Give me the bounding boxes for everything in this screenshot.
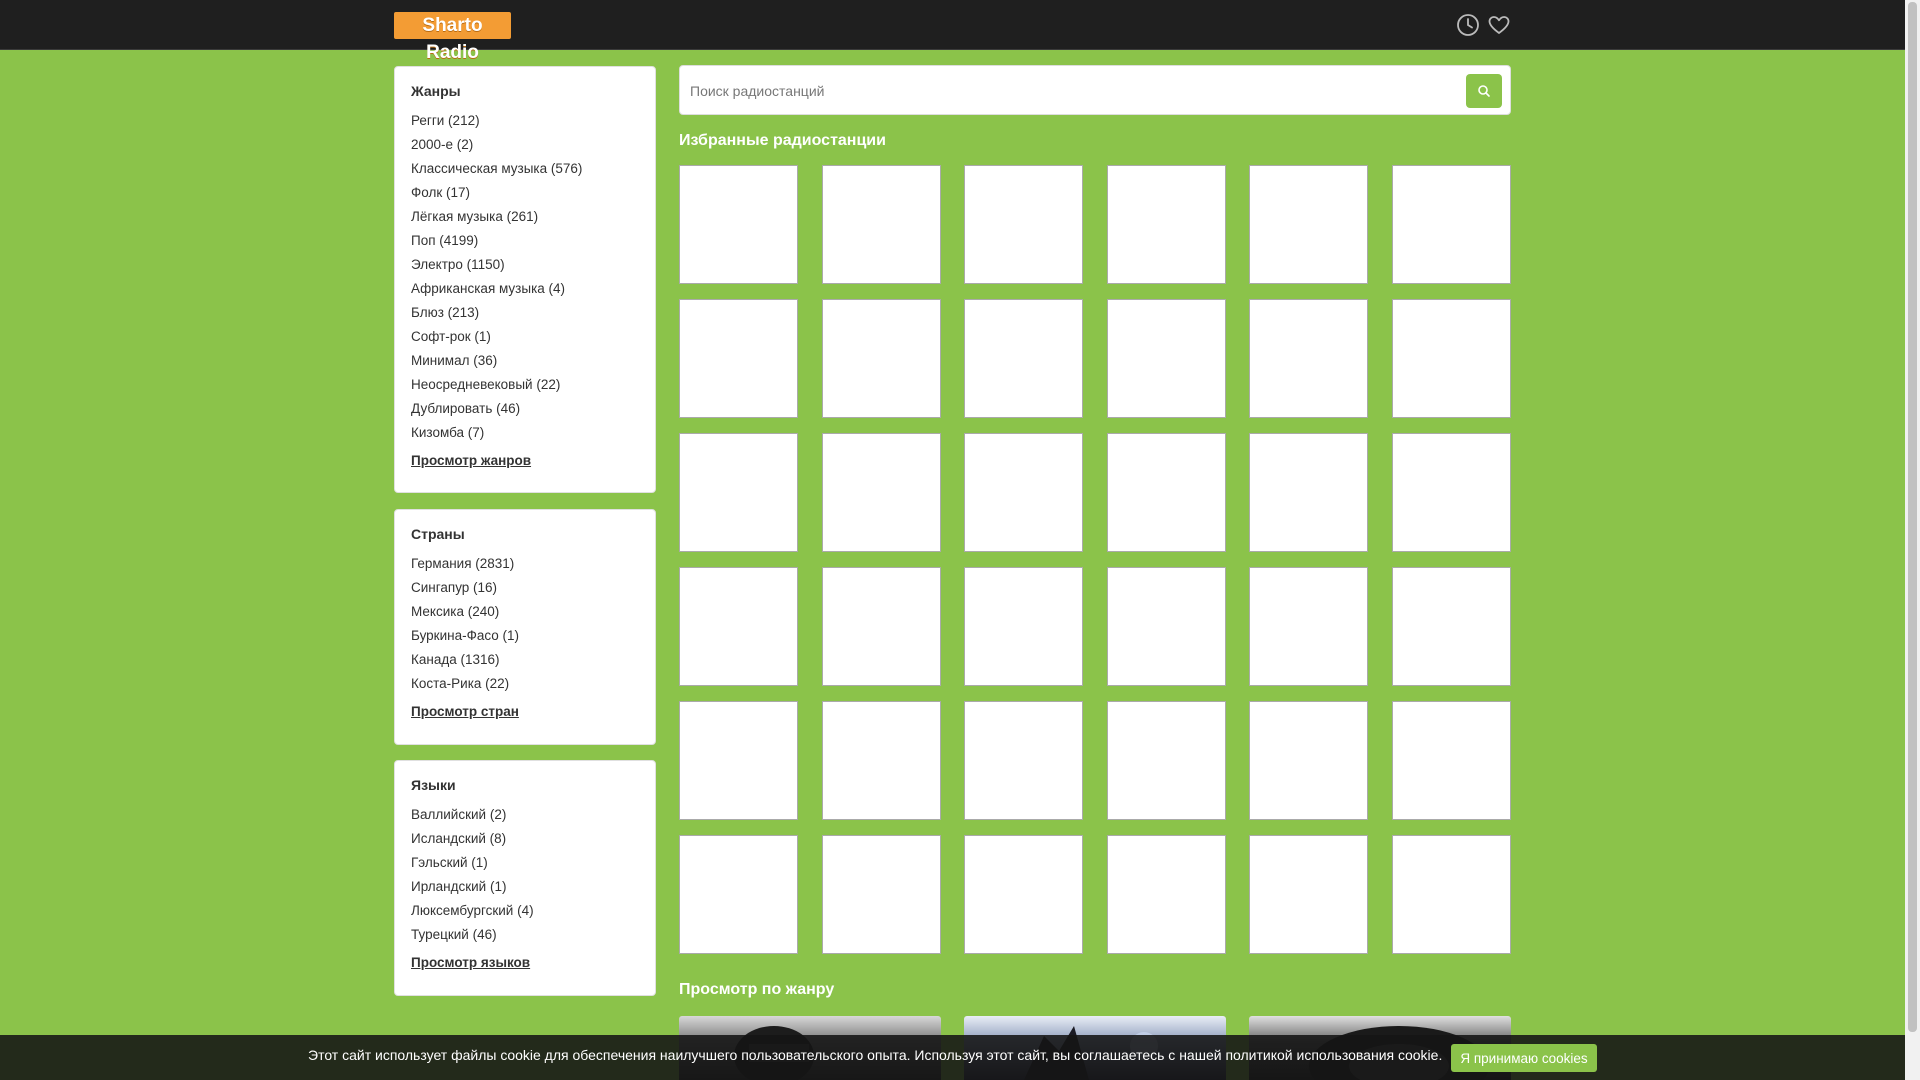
genre-link[interactable]: Софт-рок (1) — [411, 325, 639, 349]
station-tile[interactable] — [964, 835, 1084, 954]
station-tile[interactable] — [1391, 299, 1511, 418]
station-tile[interactable] — [679, 701, 798, 820]
station-tile[interactable] — [679, 299, 798, 418]
genre-link[interactable]: Лёгкая музыка (261) — [411, 205, 639, 229]
station-tile[interactable] — [1391, 701, 1511, 820]
station-tile[interactable] — [1106, 433, 1226, 552]
station-tile[interactable] — [1106, 567, 1226, 686]
languages-panel: Языки Валлийский (2) Исландский (8) Гэль… — [394, 760, 656, 996]
languages-title: Языки — [411, 777, 456, 793]
genre-link[interactable]: Блюз (213) — [411, 301, 639, 325]
genre-link[interactable]: Кизомба (7) — [411, 421, 639, 445]
station-tile[interactable] — [679, 567, 798, 686]
accept-cookies-button[interactable]: Я принимаю cookies — [1451, 1044, 1597, 1072]
station-tile[interactable] — [1391, 567, 1511, 686]
cookie-banner: Этот сайт использует файлы cookie для об… — [0, 1035, 1905, 1080]
station-tile[interactable] — [1249, 433, 1369, 552]
top-navbar: Sharto Radio — [0, 0, 1905, 63]
station-tile[interactable] — [679, 835, 798, 954]
country-link[interactable]: Канада (1316) — [411, 648, 639, 672]
genre-link[interactable]: Неосредневековый (22) — [411, 373, 639, 397]
station-tile[interactable] — [679, 433, 798, 552]
genre-link[interactable]: Регги (212) — [411, 109, 639, 133]
country-link[interactable]: Германия (2831) — [411, 552, 639, 576]
country-link[interactable]: Буркина-Фасо (1) — [411, 624, 639, 648]
countries-panel: Страны Германия (2831) Сингапур (16) Мек… — [394, 509, 656, 745]
clock-icon[interactable] — [1455, 12, 1481, 38]
station-tile[interactable] — [821, 835, 941, 954]
countries-title: Страны — [411, 526, 465, 542]
station-tile[interactable] — [821, 567, 941, 686]
genre-link[interactable]: Электро (1150) — [411, 253, 639, 277]
station-tile[interactable] — [964, 701, 1084, 820]
genres-list: Регги (212) 2000-е (2) Классическая музы… — [411, 109, 639, 445]
station-tile[interactable] — [1249, 165, 1369, 284]
station-tile[interactable] — [1391, 835, 1511, 954]
genre-link[interactable]: Фолк (17) — [411, 181, 639, 205]
search-input[interactable] — [688, 76, 1452, 106]
station-tile[interactable] — [1391, 165, 1511, 284]
browse-genres-link[interactable]: Просмотр жанров — [411, 449, 639, 473]
station-tile[interactable] — [964, 299, 1084, 418]
genre-link[interactable]: Классическая музыка (576) — [411, 157, 639, 181]
browse-languages-link[interactable]: Просмотр языков — [411, 951, 639, 975]
featured-stations-grid — [679, 165, 1511, 954]
station-tile[interactable] — [964, 165, 1084, 284]
station-tile[interactable] — [964, 433, 1084, 552]
search-bar — [679, 65, 1511, 115]
station-tile[interactable] — [1391, 433, 1511, 552]
station-tile[interactable] — [821, 433, 941, 552]
heart-icon[interactable] — [1486, 12, 1512, 38]
country-link[interactable]: Сингапур (16) — [411, 576, 639, 600]
browse-countries-link[interactable]: Просмотр стран — [411, 700, 639, 724]
browse-genre-title: Просмотр по жанру — [679, 981, 835, 998]
scrollbar-thumb[interactable] — [1908, 2, 1917, 1032]
genres-title: Жанры — [411, 83, 461, 99]
genre-link[interactable]: Африканская музыка (4) — [411, 277, 639, 301]
languages-list: Валлийский (2) Исландский (8) Гэльский (… — [411, 803, 639, 947]
site-logo[interactable]: Sharto Radio — [394, 12, 511, 63]
cookie-text: Этот сайт использует файлы cookie для об… — [308, 1047, 1443, 1063]
station-tile[interactable] — [1106, 165, 1226, 284]
station-tile[interactable] — [679, 165, 798, 284]
language-link[interactable]: Гэльский (1) — [411, 851, 639, 875]
language-link[interactable]: Ирландский (1) — [411, 875, 639, 899]
station-tile[interactable] — [1249, 299, 1369, 418]
genre-link[interactable]: Дублировать (46) — [411, 397, 639, 421]
language-link[interactable]: Люксембургский (4) — [411, 899, 639, 923]
station-tile[interactable] — [1106, 835, 1226, 954]
country-link[interactable]: Коста-Рика (22) — [411, 672, 639, 696]
language-link[interactable]: Валлийский (2) — [411, 803, 639, 827]
genres-panel: Жанры Регги (212) 2000-е (2) Классическа… — [394, 66, 656, 493]
station-tile[interactable] — [821, 165, 941, 284]
station-tile[interactable] — [821, 299, 941, 418]
search-icon — [1478, 85, 1490, 97]
station-tile[interactable] — [821, 701, 941, 820]
country-link[interactable]: Мексика (240) — [411, 600, 639, 624]
genre-link[interactable]: Минимал (36) — [411, 349, 639, 373]
language-link[interactable]: Исландский (8) — [411, 827, 639, 851]
station-tile[interactable] — [1106, 299, 1226, 418]
page-scrollbar[interactable] — [1905, 0, 1920, 1080]
station-tile[interactable] — [1249, 567, 1369, 686]
station-tile[interactable] — [1249, 701, 1369, 820]
genre-link[interactable]: Поп (4199) — [411, 229, 639, 253]
countries-list: Германия (2831) Сингапур (16) Мексика (2… — [411, 552, 639, 696]
search-button[interactable] — [1466, 74, 1502, 108]
genre-link[interactable]: 2000-е (2) — [411, 133, 639, 157]
featured-title: Избранные радиостанции — [679, 132, 886, 149]
station-tile[interactable] — [1249, 835, 1369, 954]
station-tile[interactable] — [964, 567, 1084, 686]
language-link[interactable]: Турецкий (46) — [411, 923, 639, 947]
station-tile[interactable] — [1106, 701, 1226, 820]
